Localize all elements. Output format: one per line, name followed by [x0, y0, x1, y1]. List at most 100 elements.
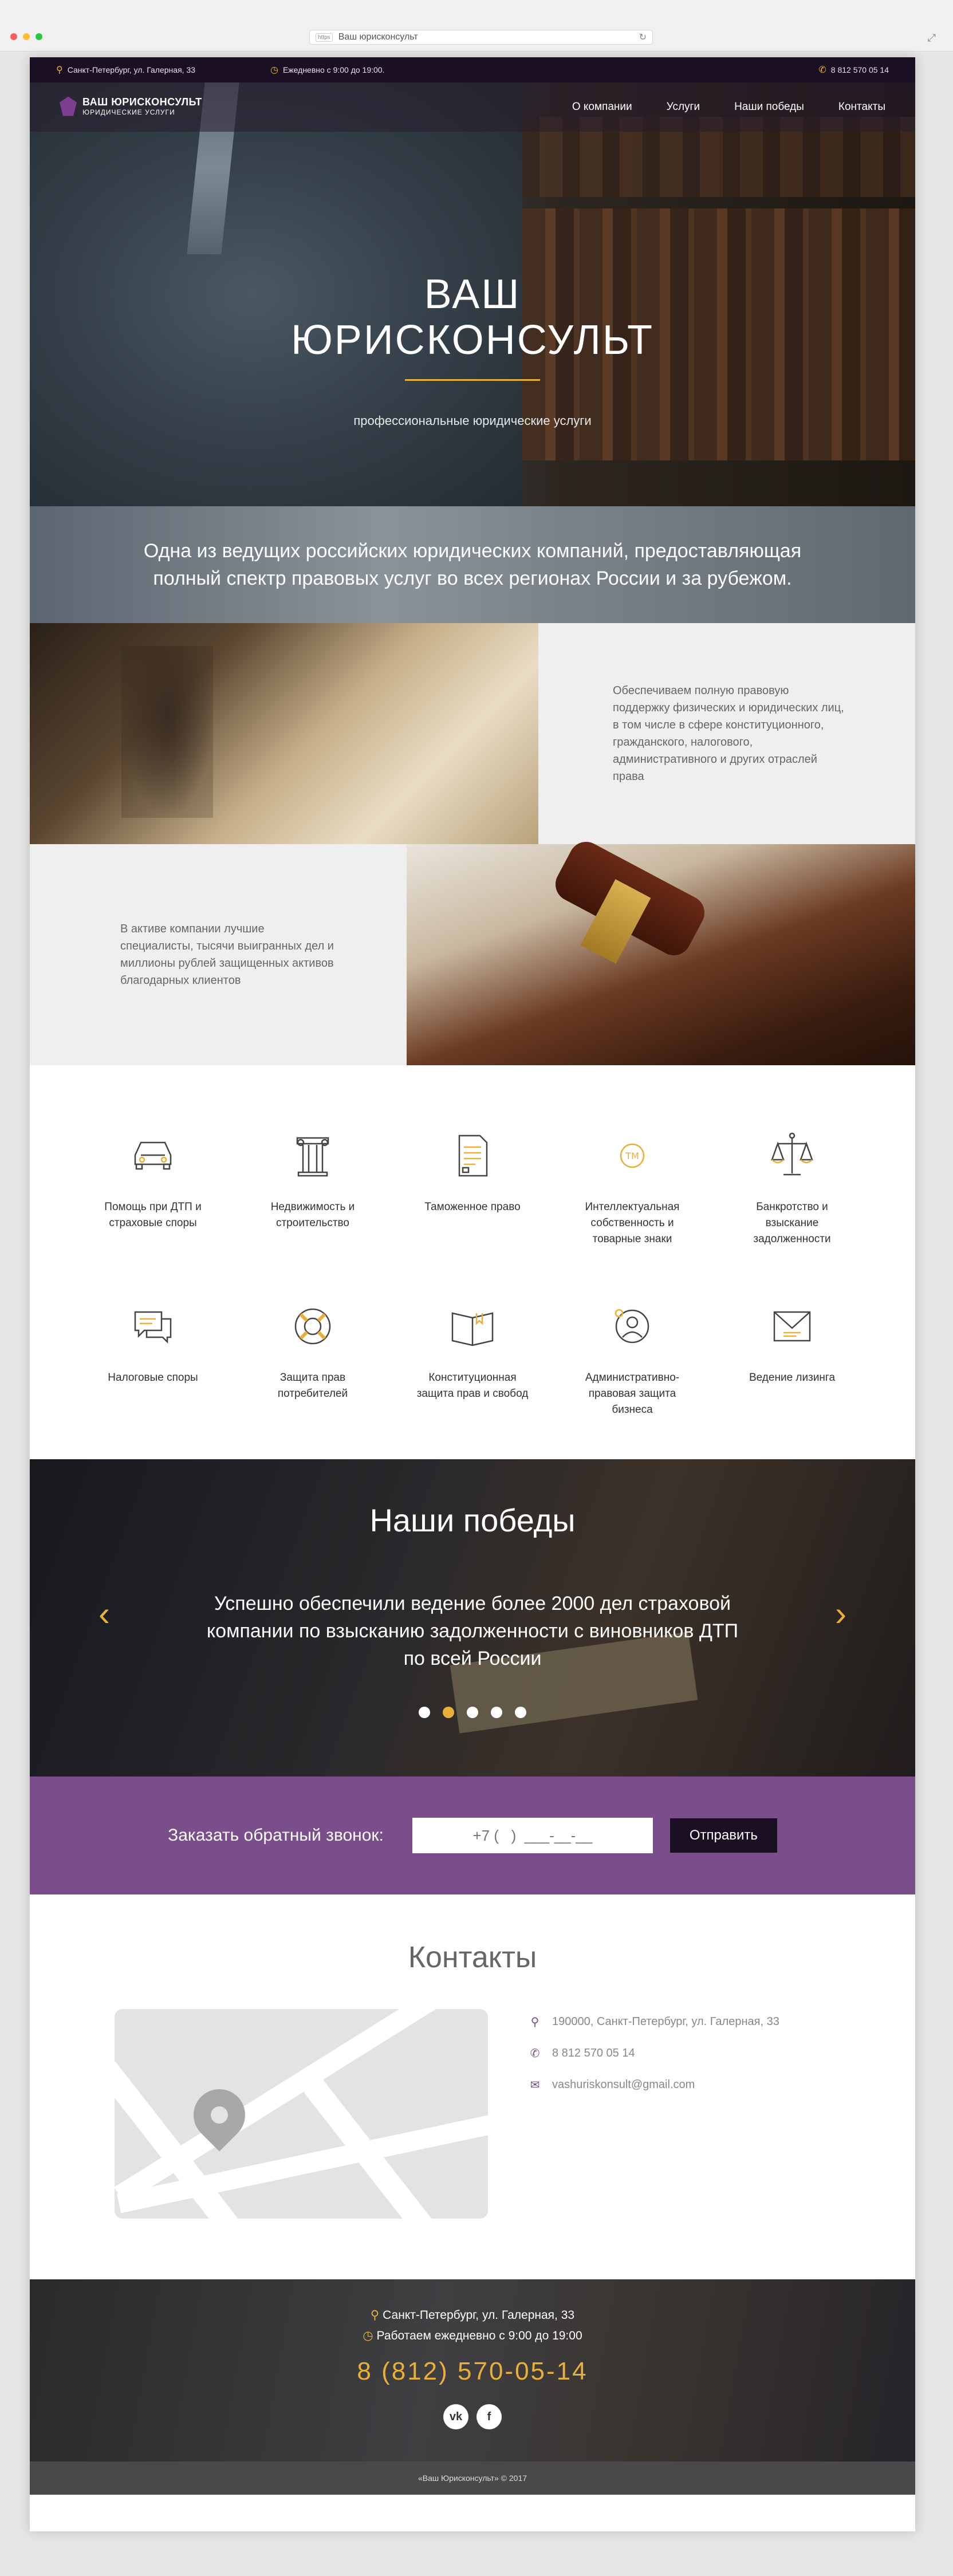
- slider-next-arrow-icon[interactable]: ›: [835, 1597, 846, 1631]
- footer-address-text: Санкт-Петербург, ул. Галерная, 33: [383, 2309, 575, 2322]
- column-icon: [253, 1128, 373, 1183]
- vk-icon[interactable]: vk: [443, 2404, 468, 2429]
- feature-text-1-body: Обеспечиваем полную правовую поддержку ф…: [613, 684, 844, 783]
- nav-item-wins[interactable]: Наши победы: [734, 101, 804, 113]
- feature-row-2: В активе компании лучшие специалисты, ты…: [30, 844, 915, 1065]
- social-links: vk f: [30, 2404, 915, 2429]
- service-label: Административно-правовая защита бизнеса: [585, 1372, 680, 1416]
- services-row-1: Помощь при ДТП и страховые споры Недвижи…: [30, 1128, 915, 1247]
- topbar-address: ⚲ Санкт-Петербург, ул. Галерная, 33: [56, 64, 195, 76]
- contact-address-text: 190000, Санкт-Петербург, ул. Галерная, 3…: [552, 2015, 779, 2028]
- hero-divider: [405, 379, 540, 381]
- service-label: Недвижимость и строительство: [270, 1201, 355, 1229]
- hero-title-line2: ЮРИСКОНСУЛЬТ: [291, 317, 654, 363]
- hero-title: ВАШ ЮРИСКОНСУЛЬТ: [30, 271, 915, 363]
- hero-section: ВАШ ЮРИСКОНСУЛЬТ ЮРИДИЧЕСКИЕ УСЛУГИ О ко…: [30, 82, 915, 506]
- topbar-address-text: Санкт-Петербург, ул. Галерная, 33: [67, 65, 196, 74]
- service-label: Интеллектуальная собственность и товарны…: [585, 1201, 680, 1245]
- zoom-window-button[interactable]: [36, 33, 42, 40]
- service-label: Налоговые споры: [108, 1372, 198, 1384]
- topbar-hours: ◷ Ежедневно с 9:00 до 19:00.: [270, 64, 384, 76]
- send-button[interactable]: Отправить: [670, 1818, 777, 1853]
- book-icon: [412, 1299, 533, 1354]
- contact-phone[interactable]: ✆ 8 812 570 05 14: [528, 2046, 779, 2061]
- intro-strip: Одна из ведущих российских юридических к…: [30, 506, 915, 623]
- map[interactable]: [115, 2009, 488, 2219]
- wins-slider: Наши победы ‹ Успешно обеспечили ведение…: [30, 1459, 915, 1777]
- callback-label: Заказать обратный звонок:: [168, 1826, 384, 1845]
- slider-dot[interactable]: [443, 1707, 454, 1718]
- service-item[interactable]: Ведение лизинга: [732, 1299, 852, 1418]
- scales-icon: [732, 1128, 852, 1183]
- slider-prev-arrow-icon[interactable]: ‹: [99, 1597, 110, 1631]
- hero-subtitle: профессиональные юридические услуги: [353, 413, 592, 428]
- contacts-section: Контакты ⚲ 190000, Санкт-Петербург, ул. …: [30, 1894, 915, 2279]
- footer: ⚲ Санкт-Петербург, ул. Галерная, 33 ◷ Ра…: [30, 2279, 915, 2461]
- nav-item-contacts[interactable]: Контакты: [838, 101, 885, 113]
- themis-statue-image: [30, 623, 538, 844]
- envelope-icon: [732, 1299, 852, 1354]
- service-label: Защита прав потребителей: [277, 1372, 348, 1400]
- service-item[interactable]: Защита прав потребителей: [253, 1299, 373, 1418]
- slider-dot[interactable]: [515, 1707, 526, 1718]
- svg-text:TM: TM: [625, 1151, 639, 1161]
- nav-item-services[interactable]: Услуги: [667, 101, 700, 113]
- car-icon: [93, 1128, 213, 1183]
- service-item[interactable]: Конституционная защита прав и свобод: [412, 1299, 533, 1418]
- location-pin-icon: ⚲: [370, 2309, 380, 2322]
- phone-icon: ✆: [530, 2047, 540, 2060]
- location-pin-icon: ⚲: [530, 2016, 539, 2028]
- footer-hours-text: Работаем ежедневно с 9:00 до 19:00: [376, 2329, 582, 2342]
- site-logo[interactable]: ВАШ ЮРИСКОНСУЛЬТ ЮРИДИЧЕСКИЕ УСЛУГИ: [60, 96, 202, 116]
- service-item[interactable]: Банкротство и взыскание задолженности: [732, 1128, 852, 1247]
- feature-text-1: Обеспечиваем полную правовую поддержку ф…: [538, 623, 915, 844]
- minimize-window-button[interactable]: [23, 33, 30, 40]
- nav-item-about[interactable]: О компании: [572, 101, 632, 113]
- web-page: ⚲ Санкт-Петербург, ул. Галерная, 33 ◷ Еж…: [30, 57, 915, 2531]
- feature-row-1: Обеспечиваем полную правовую поддержку ф…: [30, 623, 915, 844]
- close-window-button[interactable]: [10, 33, 17, 40]
- service-label: Ведение лизинга: [749, 1372, 836, 1384]
- contact-info: ⚲ 190000, Санкт-Петербург, ул. Галерная,…: [528, 2015, 779, 2109]
- lifebuoy-icon: [253, 1299, 373, 1354]
- copyright: «Ваш Юрисконсульт» © 2017: [30, 2461, 915, 2495]
- topbar-phone-text: 8 812 570 05 14: [830, 65, 889, 74]
- topbar-phone[interactable]: ✆ 8 812 570 05 14: [818, 64, 889, 76]
- window-controls: [10, 33, 42, 40]
- clock-icon: ◷: [363, 2329, 373, 2342]
- service-label: Конституционная защита прав и свобод: [416, 1372, 529, 1400]
- service-item[interactable]: Помощь при ДТП и страховые споры: [93, 1128, 213, 1247]
- service-label: Помощь при ДТП и страховые споры: [104, 1201, 202, 1229]
- service-item[interactable]: TM Интеллектуальная собственность и това…: [572, 1128, 692, 1247]
- reload-icon[interactable]: ↻: [639, 31, 647, 43]
- logo-title: ВАШ ЮРИСКОНСУЛЬТ: [82, 96, 202, 108]
- service-item[interactable]: Таможенное право: [412, 1128, 533, 1247]
- feature-text-2: В активе компании лучшие специалисты, ты…: [30, 844, 407, 1065]
- wins-title: Наши победы: [369, 1502, 576, 1538]
- facebook-icon[interactable]: f: [476, 2404, 502, 2429]
- contact-email[interactable]: ✉ vashuriskonsult@gmail.com: [528, 2078, 779, 2092]
- footer-phone[interactable]: 8 (812) 570-05-14: [30, 2357, 915, 2386]
- callback-form: Заказать обратный звонок: Отправить: [30, 1777, 915, 1894]
- logo-mark-icon: [60, 96, 77, 116]
- contact-address: ⚲ 190000, Санкт-Петербург, ул. Галерная,…: [528, 2015, 779, 2029]
- location-pin-icon: ⚲: [56, 65, 63, 75]
- service-item[interactable]: Административно-правовая защита бизнеса: [572, 1299, 692, 1418]
- slider-dot[interactable]: [419, 1707, 430, 1718]
- footer-hours: ◷ Работаем ежедневно с 9:00 до 19:00: [30, 2329, 915, 2343]
- phone-input[interactable]: [412, 1818, 653, 1853]
- contacts-title: Контакты: [408, 1941, 537, 1974]
- browser-chrome: https Ваш юрисконсульт ↻ ⤢: [0, 0, 953, 52]
- feature-text-2-body: В активе компании лучшие специалисты, ты…: [120, 923, 334, 987]
- gavel-image: [407, 844, 915, 1065]
- intro-text: Одна из ведущих российских юридических к…: [143, 540, 802, 589]
- service-item[interactable]: Налоговые споры: [93, 1299, 213, 1418]
- slider-dot[interactable]: [491, 1707, 502, 1718]
- address-bar[interactable]: https Ваш юрисконсульт ↻: [309, 30, 653, 45]
- slider-dot[interactable]: [467, 1707, 478, 1718]
- fullscreen-icon[interactable]: ⤢: [928, 32, 936, 44]
- service-item[interactable]: Недвижимость и строительство: [253, 1128, 373, 1247]
- top-info-bar: ⚲ Санкт-Петербург, ул. Галерная, 33 ◷ Еж…: [30, 57, 915, 82]
- envelope-icon: ✉: [530, 2079, 540, 2091]
- service-label: Банкротство и взыскание задолженности: [753, 1201, 831, 1245]
